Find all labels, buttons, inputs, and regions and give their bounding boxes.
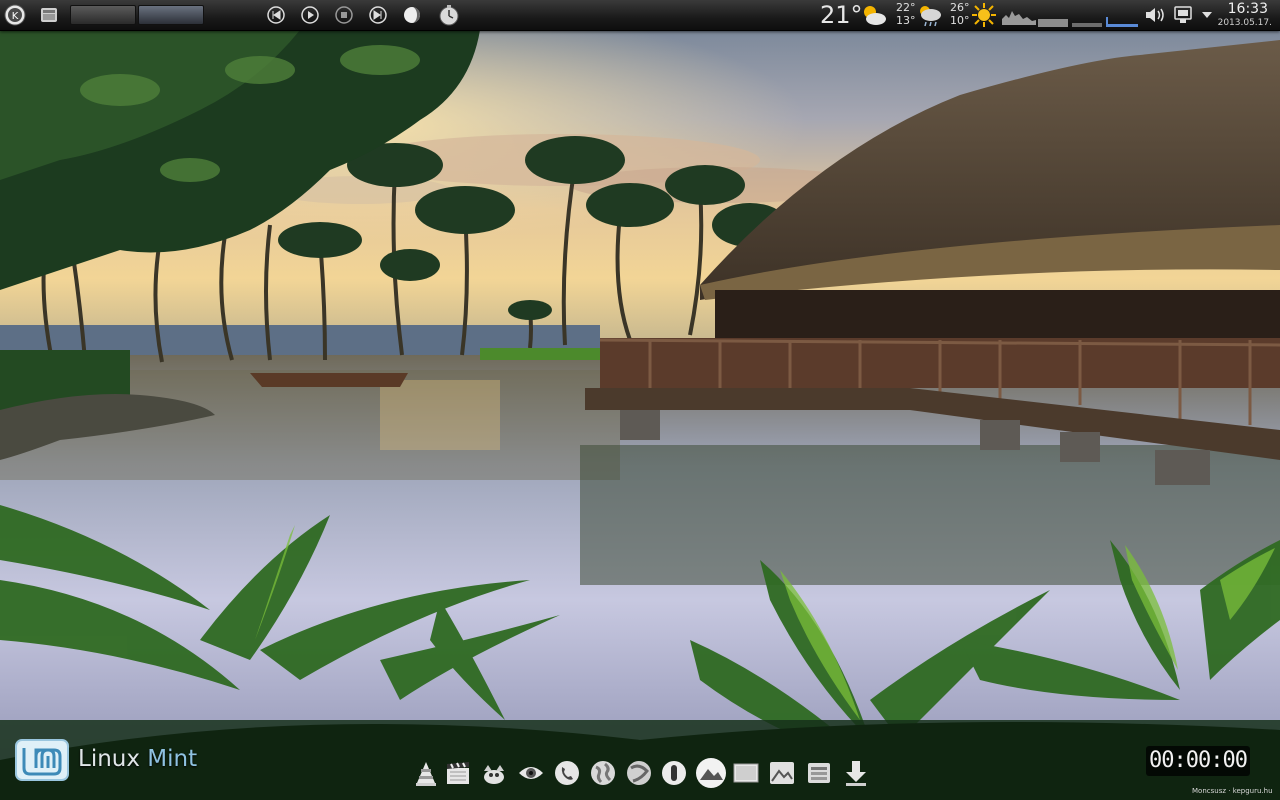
- file-manager-icon[interactable]: [805, 759, 833, 787]
- clapperboard-icon[interactable]: [444, 759, 472, 787]
- network-manager-icon[interactable]: [1172, 4, 1194, 26]
- taskbar-slot[interactable]: [70, 5, 136, 25]
- picture-icon[interactable]: [694, 756, 728, 790]
- panel-menu-icon[interactable]: [1201, 10, 1213, 20]
- top-panel: K 21° 22° 13° 26° 10° 16:33 2013.05.17.: [0, 0, 1280, 31]
- gimp-icon[interactable]: [480, 759, 508, 787]
- partly-cloudy-icon[interactable]: [860, 2, 888, 28]
- moon-icon[interactable]: [402, 5, 422, 25]
- terminal-icon[interactable]: [732, 759, 760, 787]
- clock-date[interactable]: 2013.05.17.: [1218, 18, 1272, 28]
- media-previous-icon[interactable]: [266, 5, 286, 25]
- download-icon[interactable]: [842, 759, 870, 787]
- network-globe-icon[interactable]: [625, 759, 653, 787]
- eye-icon[interactable]: [517, 759, 545, 787]
- kde-menu-button[interactable]: K: [3, 3, 27, 31]
- vlc-icon[interactable]: [412, 759, 440, 787]
- phone-icon[interactable]: [553, 759, 581, 787]
- wallpaper-credit: Moncsusz · kepguru.hu: [1192, 787, 1273, 795]
- forecast-day3-high: 26°: [950, 1, 970, 14]
- linux-mint-wordmark: Linux Mint: [78, 746, 197, 772]
- current-temperature: 21°: [820, 1, 863, 29]
- forecast-day2-low: 13°: [896, 14, 916, 27]
- cpu-graph-icon[interactable]: [1002, 5, 1036, 25]
- forecast-day3-low: 10°: [950, 14, 970, 27]
- image-viewer-icon[interactable]: [768, 759, 796, 787]
- show-desktop-button[interactable]: [38, 4, 60, 26]
- wordmark-mint: Mint: [147, 746, 198, 772]
- media-play-icon[interactable]: [300, 5, 320, 25]
- show-desktop-icon: [41, 8, 57, 22]
- wordmark-linux: Linux: [78, 746, 140, 772]
- desktop-timer[interactable]: 00:00:00: [1146, 746, 1250, 776]
- kde-menu-icon: K: [4, 4, 26, 26]
- timer-icon[interactable]: [437, 3, 461, 27]
- media-next-icon[interactable]: [368, 5, 388, 25]
- network-graph-icon[interactable]: [1038, 5, 1142, 27]
- taskbar-slot[interactable]: [138, 5, 204, 25]
- info-icon[interactable]: [660, 759, 688, 787]
- desktop-wallpaper: [0, 0, 1280, 800]
- globe-icon[interactable]: [589, 759, 617, 787]
- cloud-rain-icon[interactable]: [916, 2, 944, 28]
- forecast-day2-high: 22°: [896, 1, 916, 14]
- linux-mint-logo: [15, 739, 69, 781]
- media-stop-icon[interactable]: [334, 5, 354, 25]
- sun-icon[interactable]: [971, 2, 997, 28]
- clock-time[interactable]: 16:33: [1228, 1, 1268, 17]
- svg-text:K: K: [12, 11, 19, 22]
- volume-icon[interactable]: [1144, 6, 1166, 24]
